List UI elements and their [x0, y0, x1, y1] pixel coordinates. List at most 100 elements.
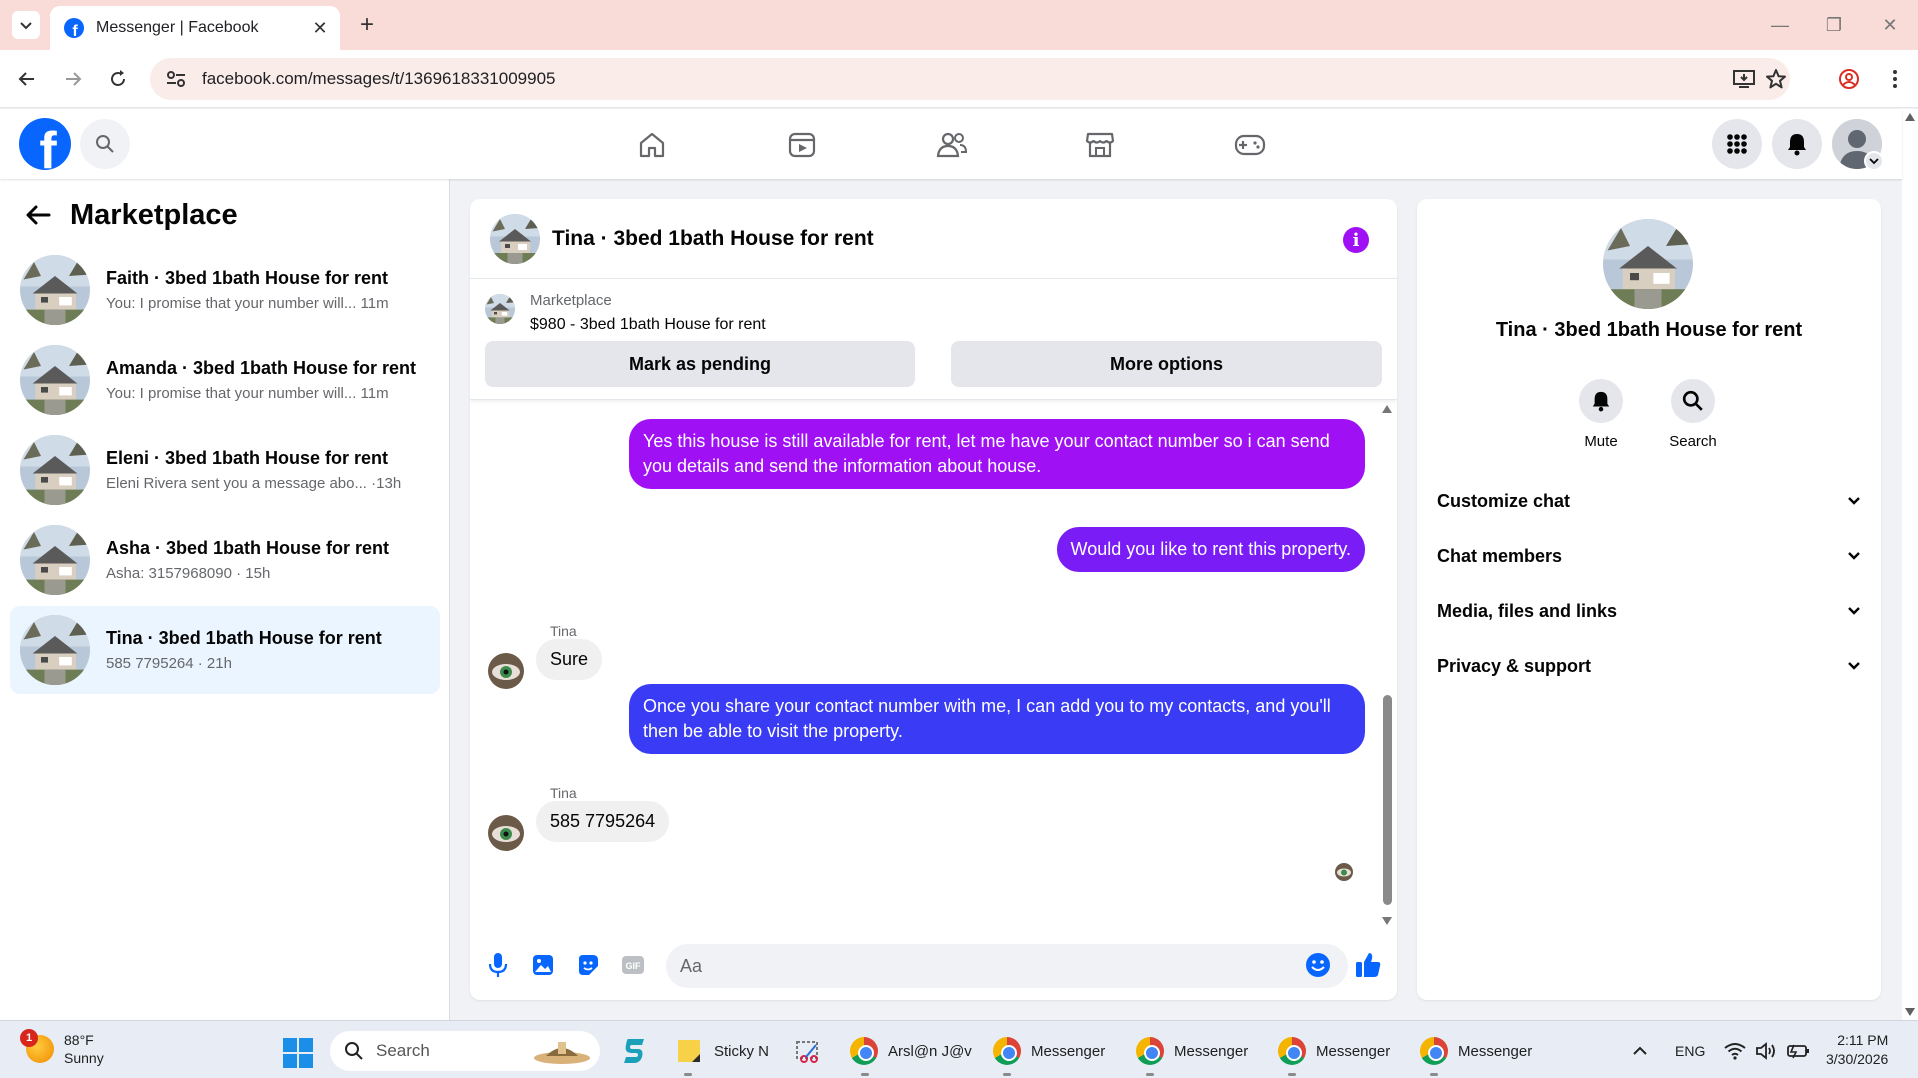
tina-avatar[interactable] — [488, 653, 524, 689]
minimize-window-button[interactable]: — — [1760, 10, 1800, 40]
chat-scrollbar[interactable] — [1380, 401, 1394, 925]
emoji-button[interactable] — [1304, 951, 1332, 979]
profile-icon[interactable] — [1834, 64, 1864, 94]
back-button[interactable] — [12, 64, 42, 94]
taskbar-search[interactable]: Search — [330, 1031, 600, 1071]
mute-action[interactable]: Mute — [1551, 379, 1651, 450]
mark-as-pending-button[interactable]: Mark as pending — [485, 341, 915, 387]
conversation-info-icon[interactable]: i — [1343, 227, 1369, 253]
message-incoming[interactable]: Sure — [536, 639, 603, 680]
message-outgoing[interactable]: Would you like to rent this property. — [1056, 527, 1365, 572]
privacy-support-section[interactable]: Privacy & support — [1417, 644, 1881, 688]
restore-window-button[interactable]: ❐ — [1814, 10, 1854, 40]
sticker-icon — [579, 955, 598, 975]
running-indicator — [684, 1073, 692, 1076]
send-like-button[interactable] — [1354, 951, 1382, 979]
message-outgoing[interactable]: Yes this house is still available for re… — [629, 419, 1365, 489]
conversation-item-tina[interactable]: Tina · 3bed 1bath House for rent 585 779… — [10, 606, 440, 694]
browser-tab-messenger[interactable]: f Messenger | Facebook ✕ — [50, 6, 340, 50]
listing-thumbnail[interactable] — [485, 294, 515, 324]
taskbar-sticky-notes[interactable]: Sticky N — [676, 1031, 769, 1071]
back-arrow-button[interactable] — [22, 199, 54, 231]
chat-members-section[interactable]: Chat members — [1417, 534, 1881, 578]
listing-price-title[interactable]: $980 - 3bed 1bath House for rent — [530, 316, 766, 334]
language-indicator[interactable]: ENG — [1675, 1031, 1705, 1071]
mute-button[interactable] — [1579, 379, 1623, 423]
tab-close-icon[interactable]: ✕ — [310, 18, 330, 38]
nav-home[interactable] — [630, 123, 674, 167]
taskbar-app-s[interactable] — [622, 1031, 648, 1071]
system-clock[interactable]: 2:11 PM 3/30/2026 — [1826, 1031, 1888, 1069]
voice-clip-button[interactable] — [484, 951, 512, 979]
customize-chat-section[interactable]: Customize chat — [1417, 479, 1881, 523]
message-incoming[interactable]: 585 7795264 — [536, 801, 670, 842]
conversation-avatar[interactable] — [1603, 219, 1693, 309]
taskbar-chrome-messenger-1[interactable]: Messenger — [993, 1031, 1105, 1071]
taskbar-app-label: Messenger — [1316, 1042, 1391, 1060]
taskbar-search-text: Search — [376, 1041, 430, 1060]
conversation-item-faith[interactable]: Faith · 3bed 1bath House for rent You: I… — [10, 246, 440, 334]
message-outgoing[interactable]: Once you share your contact number with … — [629, 684, 1365, 754]
site-settings-icon[interactable] — [164, 67, 188, 91]
nav-gaming[interactable] — [1228, 123, 1272, 167]
attach-photo-button[interactable] — [529, 951, 557, 979]
search-in-conversation-button[interactable] — [1671, 379, 1715, 423]
tab-search-button[interactable] — [12, 11, 40, 39]
account-chevron-icon[interactable] — [1864, 151, 1884, 171]
taskbar-chrome-messenger-2[interactable]: Messenger — [1136, 1031, 1248, 1071]
taskbar-chrome-arslan[interactable]: Arsl@n J@v — [850, 1031, 972, 1071]
new-tab-button[interactable]: + — [354, 11, 380, 38]
message-input[interactable] — [666, 944, 1348, 988]
show-hidden-icons-button[interactable] — [1632, 1031, 1648, 1071]
conversation-item-amanda[interactable]: Amanda · 3bed 1bath House for rent You: … — [10, 336, 440, 424]
page-title: Marketplace — [70, 198, 238, 231]
eye-avatar-icon — [1335, 863, 1353, 881]
weather-widget[interactable]: 1 88°F Sunny — [20, 1029, 104, 1067]
search-icon — [345, 1042, 363, 1060]
clock-date: 3/30/2026 — [1826, 1051, 1889, 1067]
address-bar[interactable]: facebook.com/messages/t/1369618331009905 — [150, 58, 1790, 100]
taskbar-chrome-messenger-3[interactable]: Messenger — [1278, 1031, 1390, 1071]
facebook-logo-icon[interactable]: f — [19, 118, 71, 170]
nav-marketplace[interactable] — [1078, 123, 1122, 167]
taskbar-chrome-messenger-4[interactable]: Messenger — [1420, 1031, 1532, 1071]
notifications-button[interactable] — [1772, 119, 1822, 169]
close-window-button[interactable]: ✕ — [1870, 10, 1910, 40]
sun-icon: 1 — [20, 1029, 54, 1063]
more-options-button[interactable]: More options — [951, 341, 1382, 387]
windows-start-button[interactable] — [283, 1038, 313, 1068]
forward-button[interactable] — [58, 64, 88, 94]
bell-icon — [1788, 134, 1806, 156]
browser-menu-icon[interactable] — [1880, 64, 1910, 94]
nav-video[interactable] — [780, 123, 824, 167]
chat-avatar[interactable] — [490, 214, 540, 264]
listing-label: Marketplace — [530, 292, 612, 309]
facebook-search-button[interactable] — [80, 119, 130, 169]
search-action[interactable]: Search — [1643, 379, 1743, 450]
gif-button[interactable]: GIF — [619, 951, 647, 979]
listing-avatar — [20, 525, 90, 595]
section-title: Customize chat — [1437, 490, 1571, 511]
chevron-down-icon — [1848, 607, 1860, 615]
menu-button[interactable] — [1712, 119, 1762, 169]
tab-title: Messenger | Facebook — [96, 19, 259, 36]
conversation-info-panel: Tina · 3bed 1bath House for rent Mute Se… — [1417, 199, 1881, 1000]
bookmark-star-icon[interactable] — [1762, 65, 1790, 93]
section-title: Privacy & support — [1437, 655, 1592, 676]
taskbar-snipping-tool[interactable] — [794, 1031, 822, 1071]
install-app-icon[interactable] — [1730, 65, 1758, 93]
conversation-name: Tina · 3bed 1bath House for rent — [106, 628, 382, 648]
conversation-item-asha[interactable]: Asha · 3bed 1bath House for rent Asha: 3… — [10, 516, 440, 604]
battery-icon[interactable] — [1786, 1031, 1810, 1071]
volume-icon[interactable] — [1755, 1031, 1777, 1071]
media-files-links-section[interactable]: Media, files and links — [1417, 589, 1881, 633]
nav-friends[interactable] — [930, 123, 974, 167]
page-scrollbar[interactable] — [1902, 109, 1918, 1020]
wifi-icon[interactable] — [1724, 1031, 1746, 1071]
tina-avatar[interactable] — [488, 815, 524, 851]
reload-button[interactable] — [103, 64, 133, 94]
sticker-button[interactable] — [574, 951, 602, 979]
chat-title[interactable]: Tina · 3bed 1bath House for rent — [552, 227, 874, 251]
conversation-item-eleni[interactable]: Eleni · 3bed 1bath House for rent Eleni … — [10, 426, 440, 514]
thumbs-up-icon — [1356, 953, 1381, 977]
